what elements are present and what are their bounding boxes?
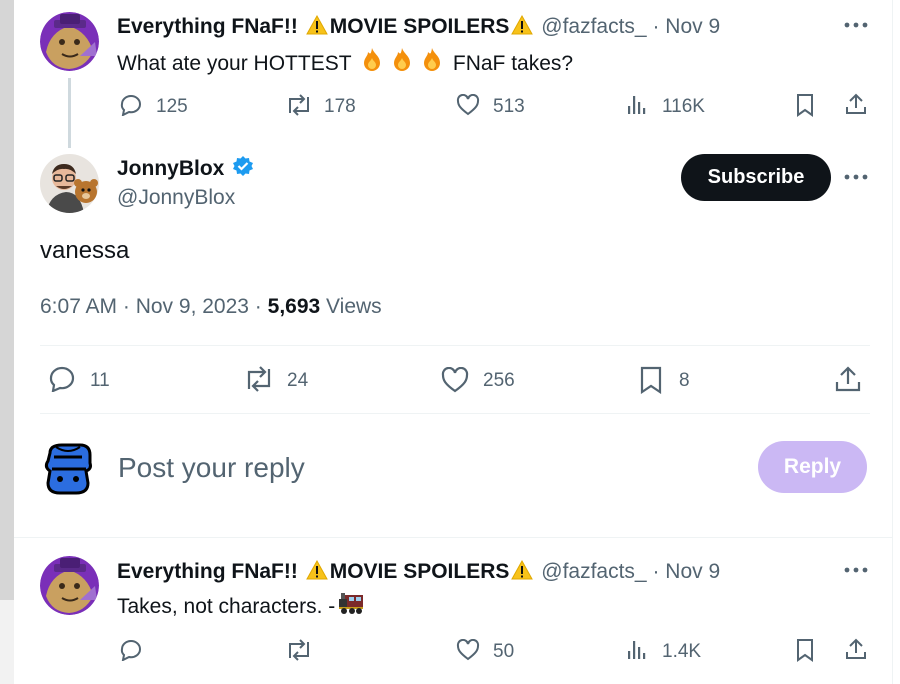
bookmark-icon[interactable] [638, 365, 664, 395]
share-icon[interactable] [844, 92, 868, 116]
reply-input[interactable] [118, 446, 638, 490]
display-name[interactable]: Everything FNaF!! [117, 560, 298, 583]
divider [40, 345, 870, 346]
parent-tweet-text: What ate your HOTTEST FNaF takes? [117, 46, 573, 79]
like-icon[interactable] [455, 93, 481, 117]
views-count: 5,693 [267, 295, 321, 318]
tweet-date[interactable]: · Nov 9 [652, 15, 720, 38]
more-options-icon[interactable] [843, 563, 869, 577]
right-border [892, 0, 893, 684]
divider [14, 537, 892, 538]
main-tweet-text: vanessa [40, 237, 130, 264]
views-icon[interactable] [625, 638, 649, 662]
display-name-suffix: MOVIE SPOILERS [329, 560, 510, 583]
like-icon[interactable] [440, 366, 470, 394]
reply-button[interactable]: Reply [758, 441, 867, 493]
repost-icon[interactable] [243, 365, 275, 393]
views-label: Views [326, 295, 382, 318]
fazfacts-avatar[interactable] [40, 556, 99, 615]
repost-icon[interactable] [285, 638, 313, 662]
repost-icon[interactable] [285, 93, 313, 117]
jonnyblox-avatar[interactable] [40, 154, 99, 213]
display-name[interactable]: JonnyBlox [117, 157, 224, 180]
reply-icon[interactable] [47, 365, 77, 393]
user-avatar[interactable] [40, 441, 96, 497]
tweet-text-before: What ate your HOTTEST [117, 52, 352, 75]
views-icon[interactable] [625, 93, 649, 117]
handle[interactable]: @JonnyBlox [117, 185, 235, 211]
views-count: 116K [662, 96, 705, 117]
warning-icon [305, 14, 328, 42]
share-icon[interactable] [844, 637, 868, 661]
reply-count: 11 [90, 370, 110, 391]
reply-tweet-text-row: Takes, not characters. - [117, 591, 367, 622]
left-scroll-strip [0, 0, 14, 600]
reply-icon[interactable] [117, 93, 143, 117]
repost-count: 24 [287, 370, 309, 391]
thread-line [68, 78, 71, 148]
views-count: 1.4K [662, 641, 702, 662]
like-count: 256 [483, 370, 515, 391]
verified-badge-icon [232, 155, 254, 184]
like-count: 513 [493, 96, 525, 117]
reply-count: 125 [156, 96, 188, 117]
more-options-icon[interactable] [843, 18, 869, 32]
fire-icon [359, 46, 385, 79]
parent-tweet-header: Everything FNaF!! MOVIE SPOILERS @fazfac… [117, 14, 720, 42]
main-tweet-header: JonnyBlox [117, 155, 256, 184]
handle[interactable]: @fazfacts_ [541, 15, 646, 38]
tweet-text-after: FNaF takes? [452, 52, 574, 75]
tweet-timestamp[interactable]: 6:07 AM · Nov 9, 2023 · [40, 295, 262, 318]
more-options-icon[interactable] [843, 170, 869, 184]
repost-count: 178 [324, 96, 356, 117]
reply-tweet-header: Everything FNaF!! MOVIE SPOILERS @fazfac… [117, 559, 720, 587]
warning-icon [511, 14, 534, 42]
display-name-suffix: MOVIE SPOILERS [329, 15, 510, 38]
reply-icon[interactable] [117, 638, 143, 662]
tweet-timestamp-row: 6:07 AM · Nov 9, 2023 · 5,693 Views [40, 293, 382, 321]
bookmark-icon[interactable] [794, 93, 816, 117]
warning-icon [511, 559, 534, 587]
divider [40, 413, 870, 414]
like-icon[interactable] [455, 638, 481, 662]
fire-icon [419, 46, 445, 79]
tweet-date[interactable]: · Nov 9 [652, 560, 720, 583]
subscribe-button[interactable]: Subscribe [681, 154, 831, 201]
like-count: 50 [493, 641, 515, 662]
bookmark-count: 8 [679, 370, 690, 391]
handle[interactable]: @fazfacts_ [541, 560, 646, 583]
left-strip-bottom [0, 600, 14, 684]
train-icon [337, 591, 365, 622]
fazfacts-avatar[interactable] [40, 12, 99, 71]
share-icon[interactable] [834, 364, 862, 394]
warning-icon [305, 559, 328, 587]
reply-tweet-text: Takes, not characters. - [117, 595, 336, 618]
bookmark-icon[interactable] [794, 638, 816, 662]
display-name[interactable]: Everything FNaF!! [117, 15, 298, 38]
fire-icon [389, 46, 415, 79]
